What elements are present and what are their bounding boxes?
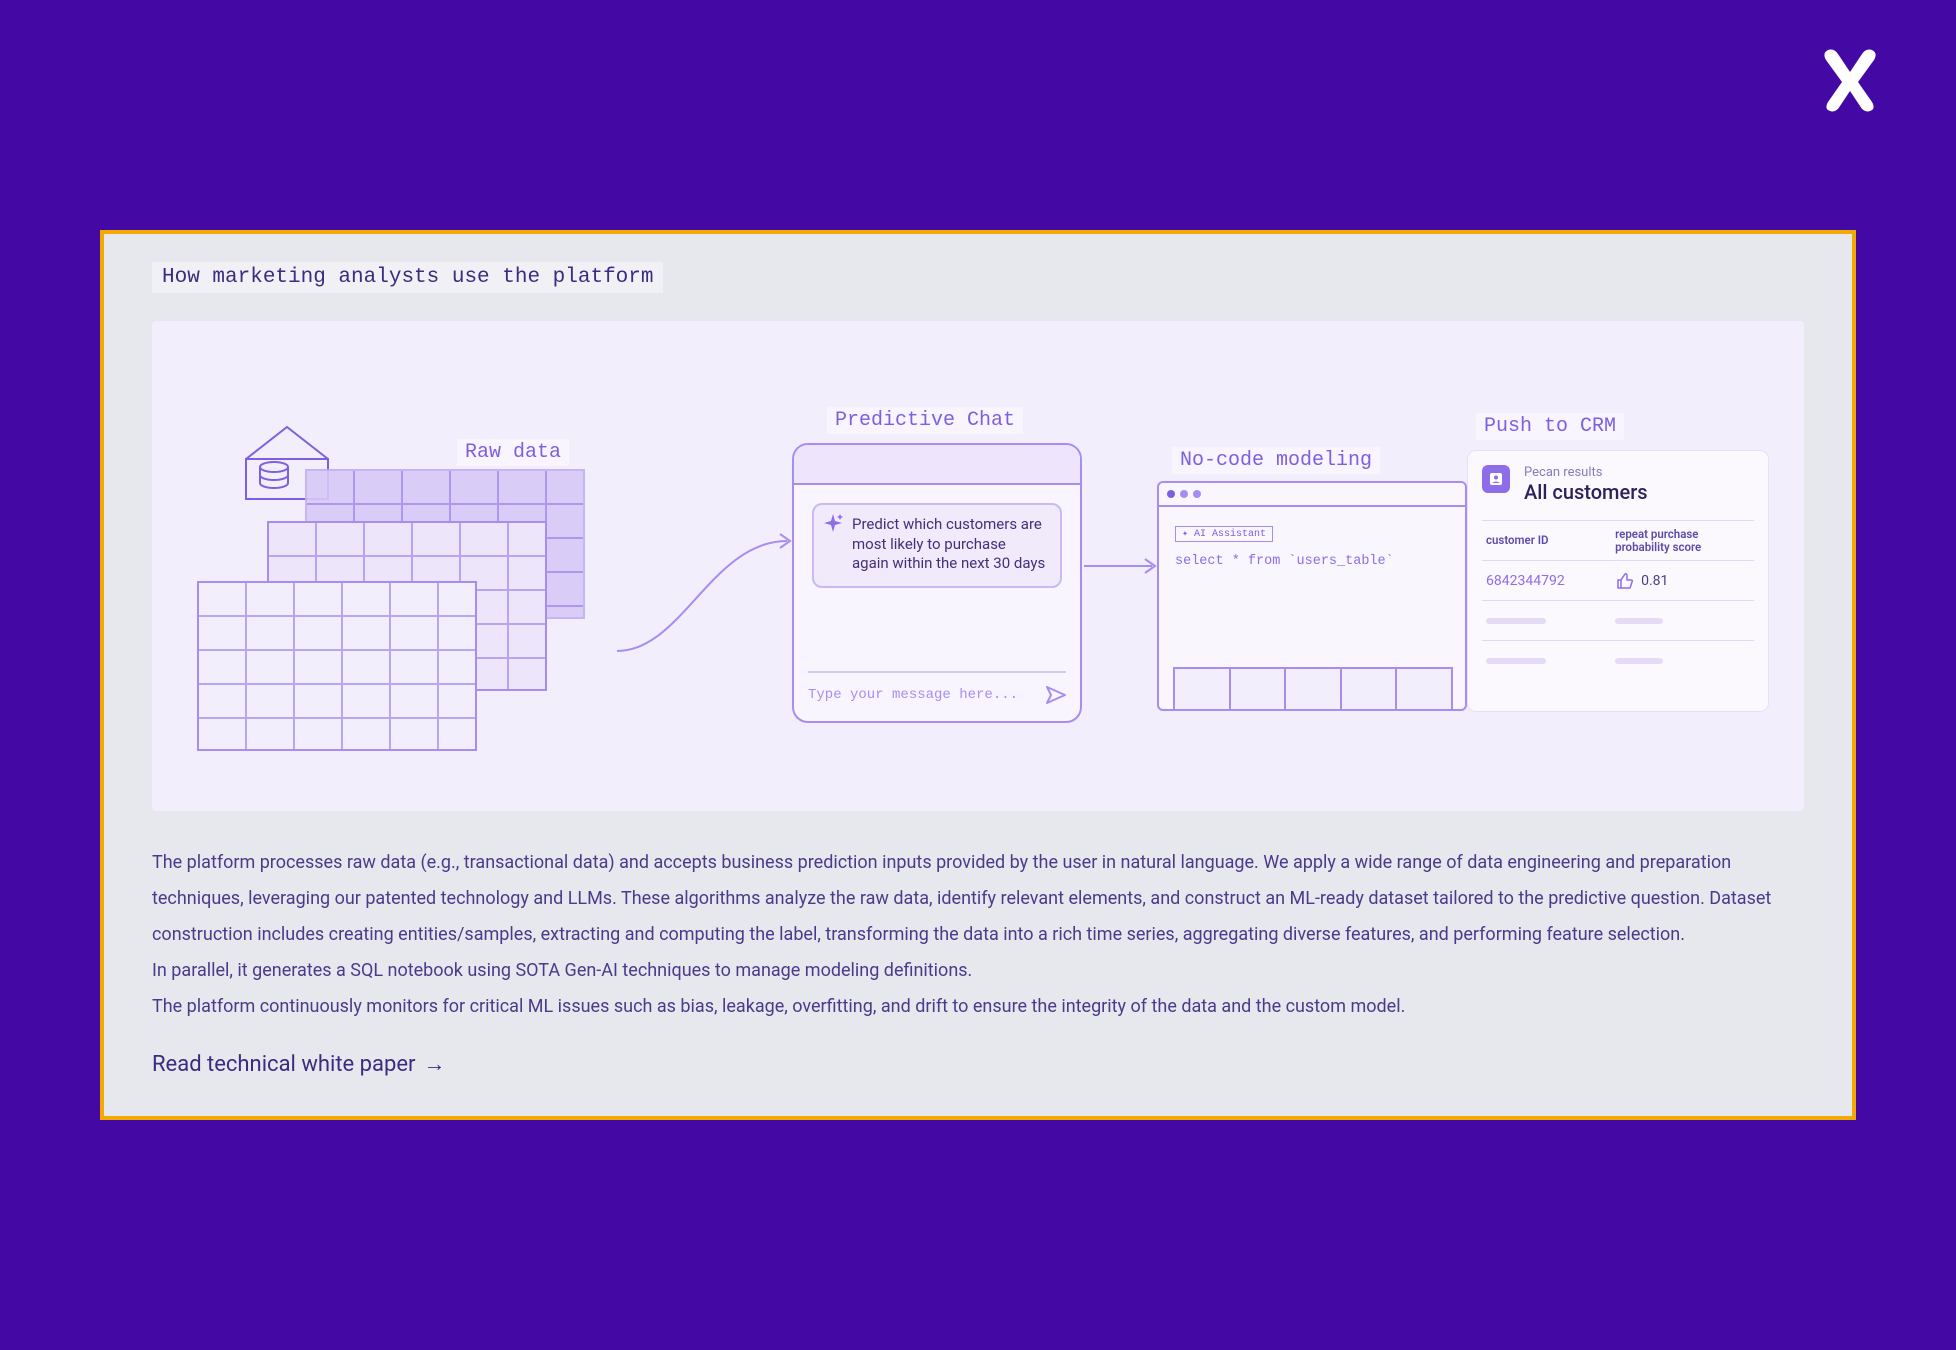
predictive-chat-label: Predictive Chat xyxy=(827,407,1023,434)
crm-col-customer-id: customer ID xyxy=(1482,534,1607,547)
chat-input-placeholder: Type your message here... xyxy=(808,687,1018,703)
brand-logo xyxy=(1814,42,1886,118)
chat-prompt-bubble: Predict which customers are most likely … xyxy=(812,503,1062,588)
traffic-dot-icon xyxy=(1167,490,1175,498)
notebook-cell xyxy=(1340,667,1398,709)
crm-col-score: repeat purchase probability score xyxy=(1607,528,1754,553)
crm-result-card: Pecan results All customers customer ID … xyxy=(1468,451,1768,711)
sparkle-icon xyxy=(822,513,844,535)
crm-table-row-placeholder xyxy=(1482,600,1754,640)
window-traffic-lights xyxy=(1159,483,1465,507)
placeholder-bar xyxy=(1486,658,1546,664)
crm-table: customer ID repeat purchase probability … xyxy=(1482,520,1754,680)
ai-assistant-tag: ✦ AI Assistant xyxy=(1175,526,1273,542)
description-block: The platform processes raw data (e.g., t… xyxy=(152,845,1804,1025)
connector-arrow-2 xyxy=(1082,556,1162,576)
notebook-cell xyxy=(1284,667,1342,709)
content-card: How marketing analysts use the platform … xyxy=(100,230,1856,1120)
notebook-cells xyxy=(1173,667,1451,709)
chat-input-row[interactable]: Type your message here... xyxy=(808,671,1066,707)
thumbs-up-icon xyxy=(1615,572,1633,590)
chat-window-header xyxy=(794,445,1080,485)
arrow-right-icon: → xyxy=(423,1051,445,1077)
notebook-cell xyxy=(1395,667,1453,709)
chat-window: Predict which customers are most likely … xyxy=(792,443,1082,723)
crm-subtitle: Pecan results xyxy=(1524,465,1648,480)
connector-arrow-1 xyxy=(612,521,802,661)
whitepaper-link[interactable]: Read technical white paper → xyxy=(152,1051,1804,1077)
send-icon[interactable] xyxy=(1046,686,1066,704)
placeholder-bar xyxy=(1615,618,1663,624)
notebook-cell xyxy=(1229,667,1287,709)
sql-notebook-window: ✦ AI Assistant select * from `users_tabl… xyxy=(1157,481,1467,711)
raw-data-graphic xyxy=(197,421,612,751)
description-paragraph: The platform continuously monitors for c… xyxy=(152,989,1804,1025)
crm-title: All customers xyxy=(1524,480,1648,504)
workflow-diagram: Raw data Predictive Chat xyxy=(152,321,1804,811)
description-paragraph: In parallel, it generates a SQL notebook… xyxy=(152,953,1804,989)
description-paragraph: The platform processes raw data (e.g., t… xyxy=(152,845,1804,953)
traffic-dot-icon xyxy=(1180,490,1188,498)
notebook-cell xyxy=(1173,667,1231,709)
placeholder-bar xyxy=(1486,618,1546,624)
chat-prompt-text: Predict which customers are most likely … xyxy=(852,515,1045,572)
push-crm-label: Push to CRM xyxy=(1476,413,1624,440)
crm-avatar-icon xyxy=(1482,465,1510,493)
traffic-dot-icon xyxy=(1193,490,1201,498)
sql-code-line: select * from `users_table` xyxy=(1175,554,1449,569)
crm-cell-id: 6842344792 xyxy=(1482,573,1607,589)
placeholder-bar xyxy=(1615,658,1663,664)
crm-table-header: customer ID repeat purchase probability … xyxy=(1482,520,1754,560)
crm-cell-score: 0.81 xyxy=(1641,573,1668,589)
x-logo-icon xyxy=(1814,42,1886,114)
whitepaper-link-label: Read technical white paper xyxy=(152,1052,415,1077)
crm-table-row: 6842344792 0.81 xyxy=(1482,560,1754,600)
section-title: How marketing analysts use the platform xyxy=(152,262,663,293)
data-grid-front xyxy=(197,581,477,751)
crm-table-row-placeholder xyxy=(1482,640,1754,680)
no-code-label: No-code modeling xyxy=(1172,447,1380,474)
